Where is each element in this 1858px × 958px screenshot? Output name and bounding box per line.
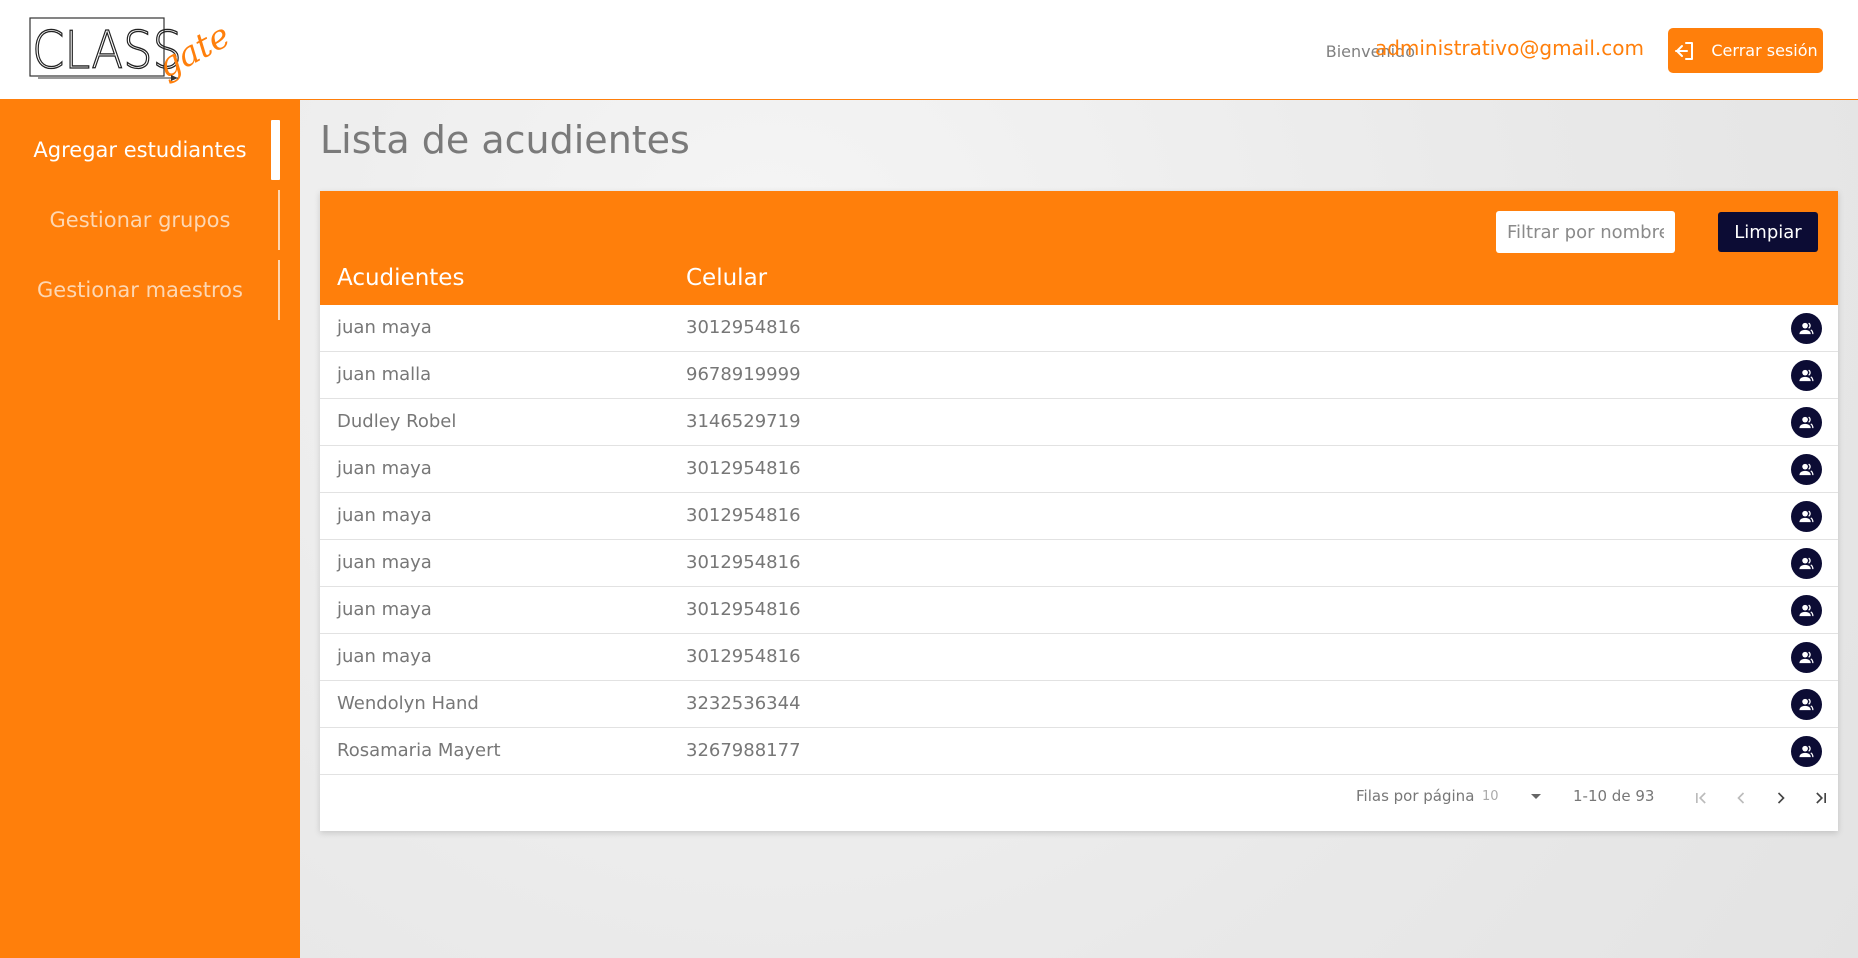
previous-page-button[interactable] <box>1726 783 1756 813</box>
table-row[interactable]: Dudley Robel 3146529719 <box>320 399 1838 446</box>
guardian-name: juan maya <box>337 599 432 620</box>
view-guardian-button[interactable] <box>1791 313 1822 344</box>
table-row[interactable]: juan malla 9678919999 <box>320 352 1838 399</box>
view-guardian-button[interactable] <box>1791 595 1822 626</box>
column-header-celular[interactable]: Celular <box>686 265 767 291</box>
guardian-phone: 3012954816 <box>686 646 801 667</box>
view-guardian-button[interactable] <box>1791 454 1822 485</box>
table-row[interactable]: juan maya 3012954816 <box>320 540 1838 587</box>
guardian-phone: 3267988177 <box>686 740 801 761</box>
guardian-name: Wendolyn Hand <box>337 693 479 714</box>
guardian-user-icon <box>1799 745 1814 758</box>
view-guardian-button[interactable] <box>1791 501 1822 532</box>
guardian-name: juan maya <box>337 552 432 573</box>
view-guardian-button[interactable] <box>1791 736 1822 767</box>
last-page-button[interactable] <box>1806 783 1836 813</box>
sidebar-item-agregar-estudiantes[interactable]: Agregar estudiantes <box>0 120 280 180</box>
view-guardian-button[interactable] <box>1791 548 1822 579</box>
pagination: Filas por página 10 1-10 de 93 <box>320 775 1838 815</box>
guardian-name: juan maya <box>337 317 432 338</box>
guardian-user-icon <box>1799 322 1814 335</box>
rows-per-page-label: Filas por página <box>1356 787 1475 805</box>
rows-per-page-select[interactable]: 10 <box>1482 789 1499 804</box>
table-header: Limpiar Acudientes Celular <box>320 191 1838 305</box>
logout-label: Cerrar sesión <box>1711 41 1818 60</box>
filter-name-input[interactable] <box>1496 211 1675 253</box>
clear-filter-button[interactable]: Limpiar <box>1718 212 1818 252</box>
view-guardian-button[interactable] <box>1791 642 1822 673</box>
guardian-user-icon <box>1799 604 1814 617</box>
guardian-phone: 3012954816 <box>686 505 801 526</box>
guardian-user-icon <box>1799 510 1814 523</box>
guardian-user-icon <box>1799 416 1814 429</box>
table-row[interactable]: juan maya 3012954816 <box>320 446 1838 493</box>
first-page-button[interactable] <box>1686 783 1716 813</box>
table-body: juan maya 3012954816 juan malla 9678919999 D… <box>320 305 1838 775</box>
guardian-name: Dudley Robel <box>337 411 457 432</box>
sidebar: Agregar estudiantes Gestionar grupos Ges… <box>0 100 300 958</box>
table-row[interactable]: juan maya 3012954816 <box>320 305 1838 352</box>
guardian-phone: 3012954816 <box>686 552 801 573</box>
table-row[interactable]: juan maya 3012954816 <box>320 493 1838 540</box>
table-row[interactable]: juan maya 3012954816 <box>320 587 1838 634</box>
first-page-icon <box>1696 792 1706 804</box>
divider <box>278 190 280 250</box>
guardian-phone: 9678919999 <box>686 364 801 385</box>
guardian-name: juan maya <box>337 458 432 479</box>
user-email: administrativo@gmail.com <box>1374 36 1644 60</box>
logout-button[interactable]: Cerrar sesión <box>1668 28 1823 73</box>
next-page-button[interactable] <box>1766 783 1796 813</box>
table-row[interactable]: juan maya 3012954816 <box>320 634 1838 681</box>
chevron-right-icon <box>1777 792 1785 804</box>
view-guardian-button[interactable] <box>1791 689 1822 720</box>
guardian-phone: 3146529719 <box>686 411 801 432</box>
logout-icon <box>1675 41 1694 60</box>
guardian-phone: 3012954816 <box>686 458 801 479</box>
sidebar-item-label: Gestionar grupos <box>49 208 231 232</box>
guardian-name: juan maya <box>337 505 432 526</box>
guardian-user-icon <box>1799 369 1814 382</box>
divider <box>278 260 280 320</box>
active-indicator <box>271 120 280 180</box>
last-page-icon <box>1816 792 1826 804</box>
column-header-acudientes[interactable]: Acudientes <box>337 265 464 291</box>
guardian-user-icon <box>1799 698 1814 711</box>
sidebar-item-label: Gestionar maestros <box>37 278 243 302</box>
sidebar-item-gestionar-maestros[interactable]: Gestionar maestros <box>0 260 280 320</box>
table-row[interactable]: Rosamaria Mayert 3267988177 <box>320 728 1838 775</box>
guardian-user-icon <box>1799 651 1814 664</box>
guardian-phone: 3012954816 <box>686 599 801 620</box>
top-header: CLASS gate Bienvenido administrativo@gma… <box>0 0 1858 100</box>
sidebar-item-label: Agregar estudiantes <box>33 138 247 162</box>
page-range: 1-10 de 93 <box>1573 787 1655 805</box>
sidebar-item-gestionar-grupos[interactable]: Gestionar grupos <box>0 190 280 250</box>
guardian-user-icon <box>1799 557 1814 570</box>
guardian-user-icon <box>1799 463 1814 476</box>
guardian-name: Rosamaria Mayert <box>337 740 501 761</box>
guardian-name: juan malla <box>337 364 432 385</box>
view-guardian-button[interactable] <box>1791 407 1822 438</box>
chevron-left-icon <box>1737 792 1745 804</box>
table-row[interactable]: Wendolyn Hand 3232536344 <box>320 681 1838 728</box>
page-title: Lista de acudientes <box>320 118 690 162</box>
guardian-phone: 3232536344 <box>686 693 801 714</box>
classgate-logo: CLASS gate <box>29 16 233 87</box>
guardians-table-card: Limpiar Acudientes Celular juan maya 3012… <box>320 191 1838 831</box>
guardian-name: juan maya <box>337 646 432 667</box>
guardian-phone: 3012954816 <box>686 317 801 338</box>
chevron-down-icon[interactable] <box>1531 794 1541 799</box>
view-guardian-button[interactable] <box>1791 360 1822 391</box>
